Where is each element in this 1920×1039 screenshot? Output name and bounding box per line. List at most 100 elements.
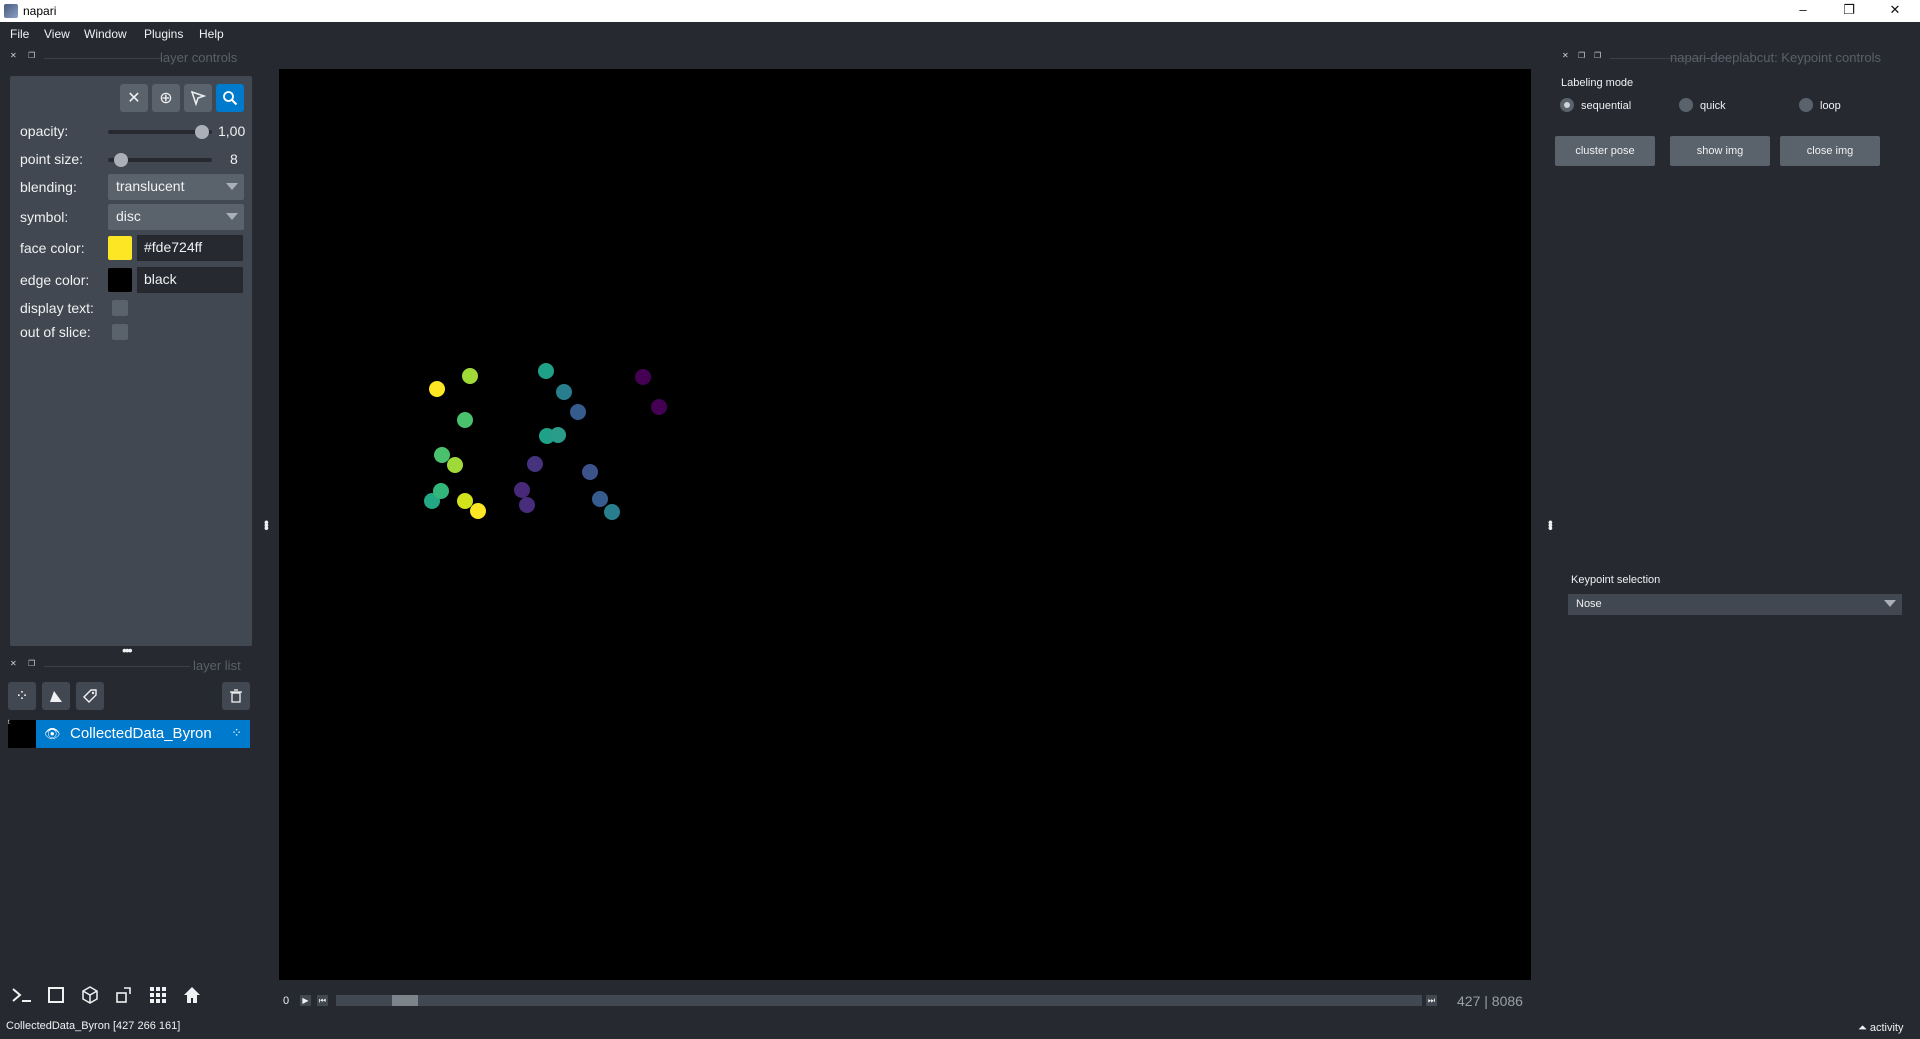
mode-quick-radio[interactable] [1679, 98, 1693, 112]
restore-button[interactable]: ❐ [1826, 0, 1872, 22]
delete-layer-button[interactable] [222, 682, 250, 710]
select-points-button[interactable] [184, 84, 212, 112]
layer-name[interactable]: CollectedData_Byron [70, 725, 212, 742]
dock-float-icon[interactable]: ❐ [28, 659, 35, 668]
dims-slider-bar: 0 ▶ ⏮ ⏭ 427 | 8086 [279, 992, 1531, 1012]
new-shapes-layer-button[interactable] [42, 682, 70, 710]
face-color-input[interactable]: #fde724ff [137, 235, 243, 261]
edge-color-label: edge color: [20, 272, 90, 288]
new-labels-layer-button[interactable] [76, 682, 104, 710]
menu-help[interactable]: Help [199, 27, 224, 41]
keypoint-marker[interactable] [527, 456, 543, 472]
frame-slider[interactable] [336, 995, 1422, 1006]
edge-color-input[interactable]: black [137, 267, 243, 293]
keypoint-marker[interactable] [604, 504, 620, 520]
keypoint-marker[interactable] [433, 483, 449, 499]
layer-controls-panel: ✕ ⊕ opacity: 1,00 point size: 8 blending… [10, 76, 252, 646]
keypoint-marker[interactable] [519, 497, 535, 513]
status-bar-text: CollectedData_Byron [427 266 161] [6, 1020, 181, 1032]
symbol-label: symbol: [20, 209, 69, 225]
show-img-button[interactable]: show img [1670, 136, 1770, 166]
point-size-value[interactable]: 8 [230, 151, 238, 167]
menu-plugins[interactable]: Plugins [144, 27, 183, 41]
viewer-canvas[interactable] [279, 69, 1531, 980]
layer-controls-dock-header: ✕ ❐ layer controls [10, 50, 252, 66]
keypoint-marker[interactable] [538, 363, 554, 379]
keypoint-selection-label: Keypoint selection [1571, 574, 1661, 586]
mode-loop-radio[interactable] [1799, 98, 1813, 112]
left-dock-resize-handle[interactable]: ••• [259, 520, 275, 529]
keypoint-marker[interactable] [429, 381, 445, 397]
mode-quick-label[interactable]: quick [1700, 100, 1726, 112]
keypoint-marker[interactable] [550, 427, 566, 443]
console-button[interactable] [8, 981, 36, 1009]
add-points-button[interactable]: ⊕ [152, 84, 180, 112]
dock-float-icon[interactable]: ❐ [28, 51, 35, 60]
layer-item-collecteddata-byron[interactable]: 👁 CollectedData_Byron ⁘ [36, 720, 250, 748]
close-img-button[interactable]: close img [1780, 136, 1880, 166]
mode-sequential-label[interactable]: sequential [1581, 100, 1631, 112]
keypoint-marker[interactable] [462, 368, 478, 384]
grid-view-button[interactable] [144, 981, 172, 1009]
keypoint-marker[interactable] [457, 412, 473, 428]
delete-selected-points-button[interactable]: ✕ [120, 84, 148, 112]
frame-counter[interactable]: 427 | 8086 [1457, 993, 1523, 1009]
face-color-swatch[interactable] [108, 236, 132, 260]
mode-sequential-radio[interactable] [1560, 98, 1574, 112]
visibility-eye-icon[interactable]: 👁 [44, 726, 61, 742]
blending-dropdown[interactable]: translucent [108, 174, 244, 200]
shapes-icon [50, 691, 62, 702]
keypoint-marker[interactable] [556, 384, 572, 400]
dock-float-icon[interactable]: ❐ [1578, 51, 1585, 60]
keypoint-marker[interactable] [651, 399, 667, 415]
layer-list-dock-header: ✕ ❐ layer list [10, 658, 252, 674]
dock-close-icon[interactable]: ✕ [10, 51, 17, 60]
keypoint-dropdown[interactable]: Nose [1568, 594, 1902, 615]
out-of-slice-checkbox[interactable] [112, 324, 128, 340]
symbol-dropdown[interactable]: disc [108, 204, 244, 230]
dock-pin-icon[interactable]: ❐ [1594, 51, 1601, 60]
close-button[interactable]: ✕ [1872, 0, 1918, 22]
pan-zoom-button[interactable] [216, 84, 244, 112]
display-text-checkbox[interactable] [112, 300, 128, 316]
activity-label: activity [1869, 1022, 1904, 1034]
keypoint-marker[interactable] [447, 457, 463, 473]
label-tag-icon [83, 689, 97, 703]
opacity-slider-handle[interactable] [195, 125, 209, 139]
dock-close-icon[interactable]: ✕ [1562, 51, 1569, 60]
reset-view-button[interactable] [178, 981, 206, 1009]
menu-view[interactable]: View [44, 27, 70, 41]
toggle-ndisplay-button[interactable] [42, 981, 70, 1009]
menu-file[interactable]: File [10, 27, 29, 41]
activity-toggle[interactable]: ⏶ activity [1858, 1022, 1904, 1035]
menu-window[interactable]: Window [84, 27, 127, 41]
roll-dimensions-button[interactable] [76, 981, 104, 1009]
opacity-value[interactable]: 1,00 [218, 123, 252, 139]
keypoint-marker[interactable] [635, 369, 651, 385]
keypoint-marker[interactable] [570, 404, 586, 420]
keypoint-marker[interactable] [592, 491, 608, 507]
play-button[interactable]: ▶ [300, 995, 311, 1006]
right-dock-resize-handle[interactable]: ••• [1543, 520, 1559, 529]
keypoint-marker[interactable] [514, 482, 530, 498]
menu-bar: File View Window Plugins Help [0, 22, 1920, 44]
dock-splitter-handle[interactable]: ••• [122, 642, 133, 658]
frame-slider-handle[interactable] [392, 995, 418, 1006]
last-frame-button[interactable]: ⏭ [1426, 995, 1437, 1006]
dock-close-icon[interactable]: ✕ [10, 659, 17, 668]
select-points-icon [190, 90, 206, 106]
minimize-button[interactable]: – [1780, 0, 1826, 22]
edge-color-swatch[interactable] [108, 268, 132, 292]
cluster-pose-button[interactable]: cluster pose [1555, 136, 1655, 166]
point-size-slider-handle[interactable] [114, 153, 128, 167]
transpose-button[interactable] [110, 981, 138, 1009]
new-points-layer-button[interactable]: ⁘ [8, 682, 36, 710]
cube-icon [82, 986, 98, 1004]
mode-loop-label[interactable]: loop [1820, 100, 1841, 112]
title-bar: napari – ❐ ✕ [0, 0, 1920, 22]
face-color-label: face color: [20, 240, 85, 256]
current-frame[interactable]: 427 [1457, 993, 1480, 1009]
keypoint-marker[interactable] [470, 503, 486, 519]
first-frame-button[interactable]: ⏮ [317, 995, 328, 1006]
keypoint-marker[interactable] [582, 464, 598, 480]
